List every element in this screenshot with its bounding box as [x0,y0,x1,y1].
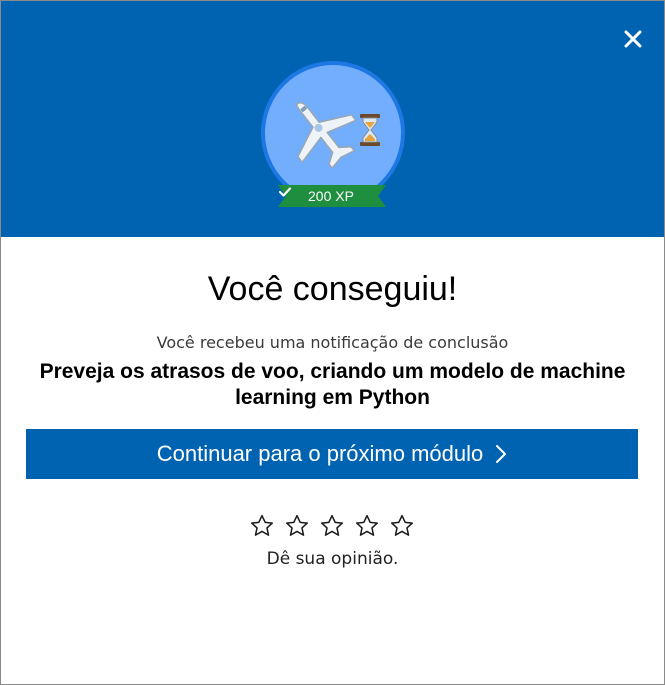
star-outline-icon [285,514,309,536]
xp-ribbon: 200 XP [278,185,386,207]
close-icon [624,30,642,48]
star-outline-icon [320,514,344,536]
close-button[interactable] [621,27,645,51]
airplane-icon [296,102,357,169]
xp-label: 200 XP [308,188,354,204]
completion-title: Você conseguiu! [207,270,458,308]
rating-star-1[interactable] [249,513,277,541]
chevron-right-icon [496,445,507,463]
rating-star-5[interactable] [389,513,417,541]
star-rating [249,513,417,543]
checkmark-icon [278,187,292,197]
continue-button-label: Continuar para o próximo módulo [156,441,484,466]
dialog-header: 200 XP [1,1,664,237]
rating-star-3[interactable] [319,513,347,541]
hourglass-icon [360,114,380,146]
completion-subtitle: Você recebeu uma notificação de conclusã… [156,333,509,352]
rating-star-2[interactable] [284,513,312,541]
star-outline-icon [390,514,414,536]
rating-star-4[interactable] [354,513,382,541]
feedback-label: Dê sua opinião. [266,549,399,569]
completion-dialog: 200 XP Você conseguiu! Você recebeu uma … [0,0,665,685]
module-name: Preveja os atrasos de voo, criando um mo… [39,360,626,409]
star-outline-icon [355,514,379,536]
star-outline-icon [250,514,274,536]
achievement-badge: 200 XP [259,59,407,207]
continue-button[interactable]: Continuar para o próximo módulo [26,429,638,479]
